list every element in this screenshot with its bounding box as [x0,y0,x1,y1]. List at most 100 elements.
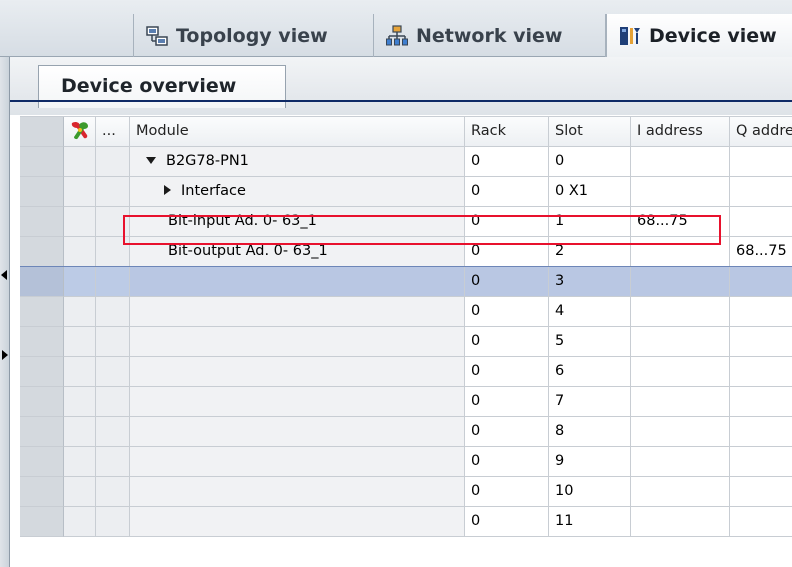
q-address-cell[interactable] [730,447,792,477]
q-address-cell[interactable] [730,417,792,447]
module-cell[interactable] [130,387,465,417]
header-dots-column[interactable]: ... [96,117,130,147]
row-handle[interactable] [20,447,64,477]
rack-cell[interactable]: 0 [465,177,549,207]
slot-cell[interactable]: 9 [549,447,631,477]
table-row[interactable]: Bit-input Ad. 0- 63_1 0 1 68...75 [20,207,792,237]
left-collapse-strip[interactable] [0,57,10,567]
row-handle[interactable] [20,267,64,297]
row-handle[interactable] [20,477,64,507]
module-cell[interactable] [130,327,465,357]
q-address-cell[interactable] [730,357,792,387]
table-row[interactable]: 0 9 [20,447,792,477]
module-cell[interactable] [130,417,465,447]
module-cell[interactable] [130,447,465,477]
table-row[interactable]: 0 11 [20,507,792,537]
slot-cell[interactable]: 2 [549,237,631,267]
module-cell[interactable]: B2G78-PN1 [130,147,465,177]
slot-cell[interactable]: 7 [549,387,631,417]
q-address-cell[interactable] [730,297,792,327]
table-row-selected[interactable]: 0 3 [20,266,792,298]
table-row[interactable]: B2G78-PN1 0 0 [20,147,792,177]
row-handle[interactable] [20,297,64,327]
i-address-cell[interactable] [631,177,730,207]
q-address-cell[interactable] [730,507,792,537]
i-address-cell[interactable]: 68...75 [631,207,730,237]
slot-cell[interactable]: 10 [549,477,631,507]
q-address-cell[interactable]: 68...75 [730,237,792,267]
rack-cell[interactable]: 0 [465,417,549,447]
q-address-cell[interactable] [730,477,792,507]
i-address-cell[interactable] [631,447,730,477]
i-address-cell[interactable] [631,357,730,387]
row-handle[interactable] [20,417,64,447]
row-handle[interactable] [20,237,64,267]
rack-cell[interactable]: 0 [465,267,549,297]
rack-cell[interactable]: 0 [465,297,549,327]
header-module[interactable]: Module [130,117,465,147]
q-address-cell[interactable] [730,147,792,177]
module-cell[interactable]: Bit-input Ad. 0- 63_1 [130,207,465,237]
collapse-left-arrow-icon[interactable] [1,270,7,280]
rack-cell[interactable]: 0 [465,147,549,177]
table-row[interactable]: 0 10 [20,477,792,507]
collapse-tree-icon[interactable] [146,156,156,164]
slot-cell[interactable]: 8 [549,417,631,447]
tab-device-view[interactable]: Device view [606,14,792,57]
rack-cell[interactable]: 0 [465,237,549,267]
module-cell[interactable]: Bit-output Ad. 0- 63_1 [130,237,465,267]
q-address-cell[interactable] [730,177,792,207]
i-address-cell[interactable] [631,387,730,417]
row-handle[interactable] [20,147,64,177]
slot-cell[interactable]: 6 [549,357,631,387]
table-row[interactable]: 0 8 [20,417,792,447]
header-i-address[interactable]: I address [631,117,730,147]
i-address-cell[interactable] [631,417,730,447]
rack-cell[interactable]: 0 [465,447,549,477]
rack-cell[interactable]: 0 [465,207,549,237]
header-q-address[interactable]: Q addre [730,117,792,147]
rack-cell[interactable]: 0 [465,507,549,537]
q-address-cell[interactable] [730,387,792,417]
i-address-cell[interactable] [631,147,730,177]
slot-cell[interactable]: 11 [549,507,631,537]
i-address-cell[interactable] [631,237,730,267]
table-row[interactable]: 0 7 [20,387,792,417]
module-cell[interactable] [130,507,465,537]
slot-cell[interactable]: 3 [549,267,631,297]
table-row[interactable]: 0 6 [20,357,792,387]
table-row[interactable]: Interface 0 0 X1 [20,177,792,207]
q-address-cell[interactable] [730,267,792,297]
i-address-cell[interactable] [631,507,730,537]
row-handle[interactable] [20,207,64,237]
rack-cell[interactable]: 0 [465,387,549,417]
module-cell[interactable] [130,357,465,387]
slot-cell[interactable]: 1 [549,207,631,237]
module-cell[interactable] [130,477,465,507]
slot-cell[interactable]: 0 [549,147,631,177]
module-cell[interactable] [130,297,465,327]
rack-cell[interactable]: 0 [465,477,549,507]
table-row[interactable]: Bit-output Ad. 0- 63_1 0 2 68...75 [20,237,792,267]
tab-topology-view[interactable]: Topology view [134,14,374,57]
q-address-cell[interactable] [730,327,792,357]
row-handle[interactable] [20,177,64,207]
row-handle[interactable] [20,387,64,417]
slot-cell[interactable]: 5 [549,327,631,357]
slot-cell[interactable]: 0 X1 [549,177,631,207]
i-address-cell[interactable] [631,297,730,327]
row-handle[interactable] [20,327,64,357]
header-slot[interactable]: Slot [549,117,631,147]
rack-cell[interactable]: 0 [465,357,549,387]
header-rack[interactable]: Rack [465,117,549,147]
module-cell[interactable]: Interface [130,177,465,207]
q-address-cell[interactable] [730,207,792,237]
slot-cell[interactable]: 4 [549,297,631,327]
table-row[interactable]: 0 5 [20,327,792,357]
row-handle[interactable] [20,507,64,537]
row-handle[interactable] [20,357,64,387]
header-diagnostics-column[interactable] [64,117,96,147]
rack-cell[interactable]: 0 [465,327,549,357]
expand-right-arrow-icon[interactable] [2,350,8,360]
tab-network-view[interactable]: Network view [374,14,606,57]
